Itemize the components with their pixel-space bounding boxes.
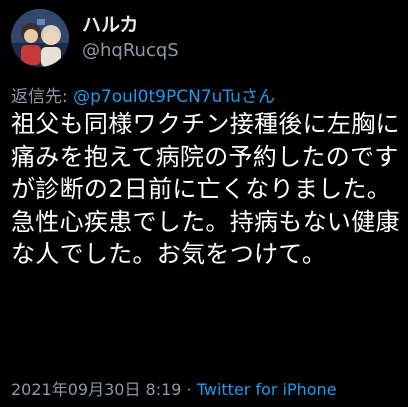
source-link[interactable]: Twitter for iPhone — [197, 380, 337, 399]
display-name[interactable]: ハルカ — [82, 10, 138, 37]
meta-separator: · — [181, 380, 197, 399]
reply-prefix: 返信先: — [11, 87, 74, 107]
user-handle[interactable]: @hqRucqS — [82, 40, 179, 61]
tweet-text: 祖父も同様ワクチン接種後に左胸に痛みを抱えて病院の予約したのですが診断の2日前に… — [11, 110, 400, 268]
reply-mention-link[interactable]: @p7oul0t9PCN7uTuさん — [73, 87, 275, 107]
avatar[interactable] — [11, 9, 69, 67]
timestamp[interactable]: 2021年09月30日 8:19 — [11, 380, 181, 399]
avatar-illustration-icon — [11, 9, 69, 67]
reply-to-line: 返信先: @p7oul0t9PCN7uTuさん — [11, 82, 275, 107]
tweet-meta: 2021年09月30日 8:19 · Twitter for iPhone — [11, 376, 337, 400]
tweet-card: ハルカ @hqRucqS 返信先: @p7oul0t9PCN7uTuさん 祖父も… — [0, 0, 408, 407]
